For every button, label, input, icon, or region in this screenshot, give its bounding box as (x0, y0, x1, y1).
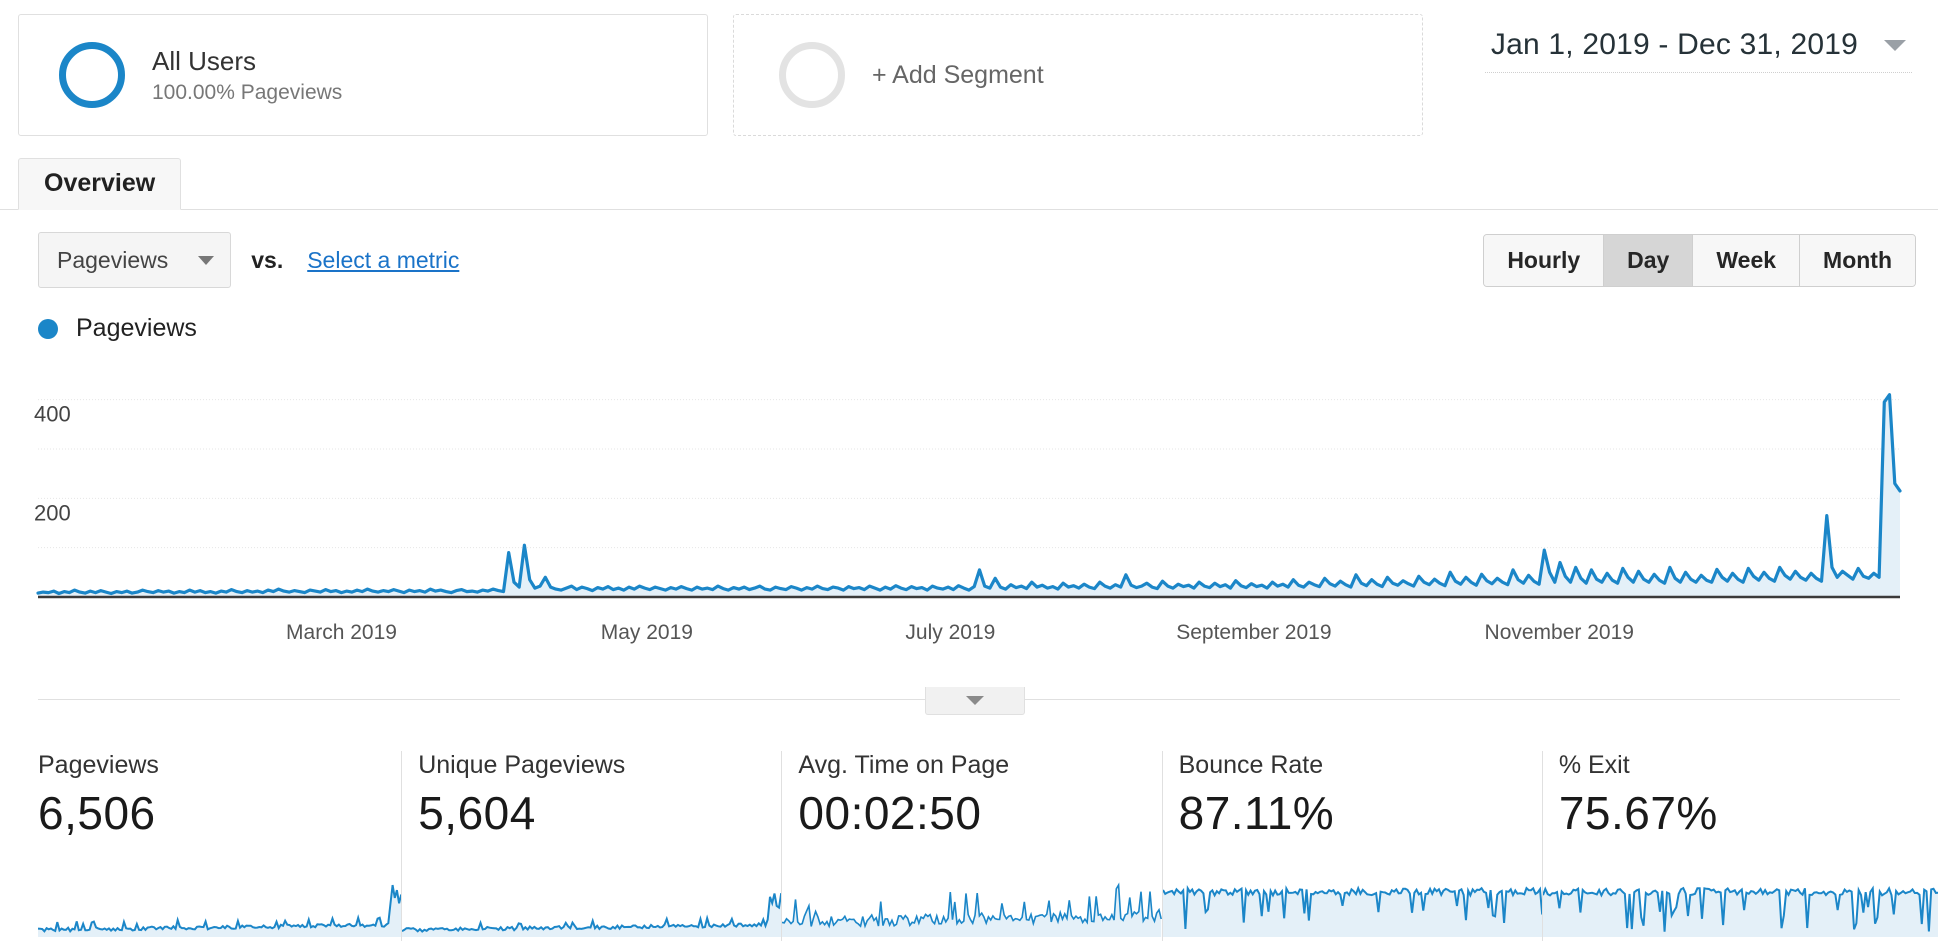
metric-card-title: Avg. Time on Page (798, 751, 1010, 779)
metric-card-title: Bounce Rate (1178, 751, 1324, 779)
vs-label: vs. (251, 246, 284, 273)
tab-overview[interactable]: Overview (18, 158, 182, 210)
granularity-day[interactable]: Day (1604, 234, 1694, 286)
granularity-month[interactable]: Month (1800, 234, 1915, 286)
pageviews-timeseries-chart[interactable]: 200 400 March 2019 May 2019 July 2019 Septemb… (0, 357, 1938, 687)
sparkline (402, 877, 782, 941)
metric-card-percent-exit[interactable]: % Exit 75.67% (1541, 751, 1938, 941)
tab-overview-label: Overview (44, 169, 156, 197)
segment-subtitle: 100.00% Pageviews (152, 81, 343, 105)
metric-card-avg-time-on-page[interactable]: Avg. Time on Page 00:02:50 (781, 751, 1162, 941)
granularity-toggle-group: Hourly Day Week Month (1483, 233, 1916, 287)
sparkline (1542, 877, 1938, 941)
metric-card-title: Pageviews (38, 751, 159, 779)
segment-ring-icon (59, 42, 125, 108)
metric-card-unique-pageviews[interactable]: Unique Pageviews 5,604 (401, 751, 782, 941)
svg-text:March 2019: March 2019 (286, 621, 397, 644)
metric-card-value: 00:02:50 (798, 787, 982, 839)
metric-select-value: Pageviews (57, 246, 169, 273)
chevron-down-icon (966, 696, 984, 705)
chevron-down-icon (198, 255, 215, 265)
sparkline (782, 877, 1162, 941)
metric-card-value: 6,506 (38, 787, 156, 839)
svg-text:200: 200 (34, 500, 71, 525)
segment-text: All Users 100.00% Pageviews (152, 45, 342, 106)
segment-title: All Users (152, 45, 257, 76)
svg-text:September 2019: September 2019 (1176, 621, 1331, 644)
metric-card-bounce-rate[interactable]: Bounce Rate 87.11% (1161, 751, 1542, 941)
granularity-week[interactable]: Week (1693, 234, 1801, 286)
svg-text:November 2019: November 2019 (1485, 621, 1634, 644)
legend-color-dot (38, 318, 58, 339)
chevron-down-icon (1884, 39, 1906, 51)
svg-text:May 2019: May 2019 (601, 621, 693, 644)
svg-text:July 2019: July 2019 (905, 621, 995, 644)
metric-card-title: % Exit (1558, 751, 1630, 779)
tab-bar: Overview (0, 158, 1938, 210)
metric-card-title: Unique Pageviews (418, 751, 626, 779)
metric-card-value: 5,604 (418, 787, 536, 839)
chart-legend: Pageviews (0, 288, 1938, 343)
chart-footer (0, 687, 1938, 733)
sparkline (1162, 877, 1542, 941)
segment-bar: All Users 100.00% Pageviews + Add Segmen… (0, 0, 1938, 150)
add-segment-ring-icon (779, 42, 845, 108)
metric-card-value: 75.67% (1558, 787, 1718, 839)
metric-select[interactable]: Pageviews (38, 232, 232, 288)
segment-card-all-users[interactable]: All Users 100.00% Pageviews (18, 14, 708, 136)
svg-text:400: 400 (34, 402, 71, 427)
sparkline (38, 877, 402, 941)
granularity-hourly[interactable]: Hourly (1484, 234, 1605, 286)
metric-cards: Pageviews 6,506 Unique Pageviews 5,604 A… (0, 751, 1938, 941)
metric-card-pageviews[interactable]: Pageviews 6,506 (0, 751, 402, 941)
add-segment-label: + Add Segment (872, 60, 1044, 89)
date-range-label: Jan 1, 2019 - Dec 31, 2019 (1490, 28, 1858, 61)
chart-collapse-handle[interactable] (925, 687, 1025, 715)
select-a-metric-link[interactable]: Select a metric (307, 247, 459, 274)
legend-label: Pageviews (76, 314, 197, 342)
metric-card-value: 87.11% (1178, 787, 1335, 839)
chart-canvas: 200 400 March 2019 May 2019 July 2019 Septemb… (34, 393, 1902, 644)
date-range-picker[interactable]: Jan 1, 2019 - Dec 31, 2019 (1484, 28, 1912, 73)
chart-controls: Pageviews vs. Select a metric Hourly Day… (0, 210, 1938, 288)
add-segment-button[interactable]: + Add Segment (733, 14, 1423, 136)
